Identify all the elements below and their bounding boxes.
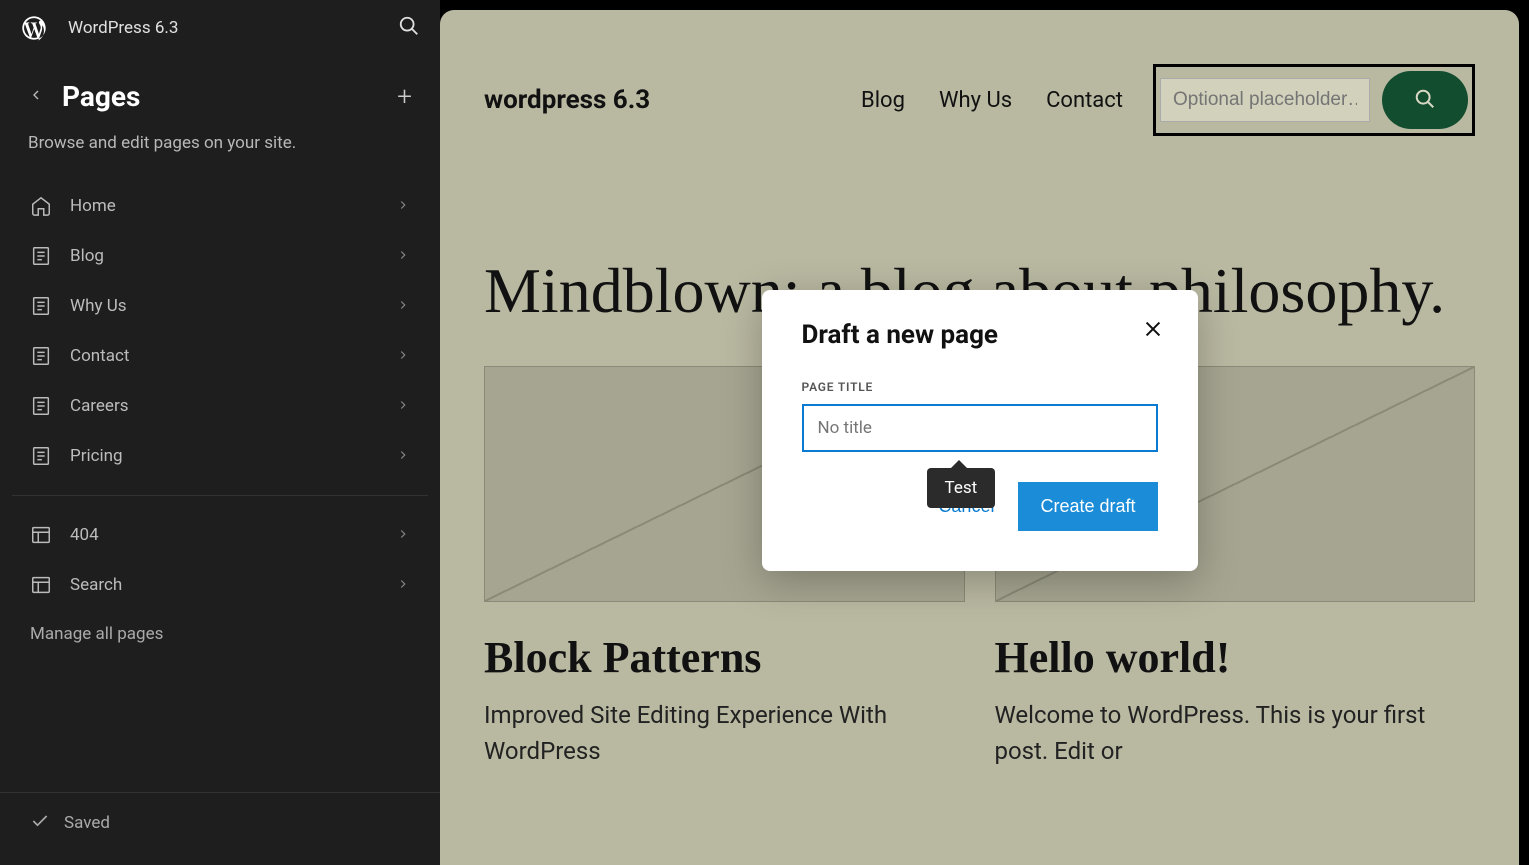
home-icon	[30, 195, 52, 217]
sidebar-item-label: Contact	[70, 346, 396, 366]
sidebar-item-contact[interactable]: Contact	[12, 331, 428, 381]
check-icon	[30, 811, 50, 835]
sidebar-item-why-us[interactable]: Why Us	[12, 281, 428, 331]
modal-overlay: Draft a new page PAGE TITLE Test Cancel …	[440, 10, 1519, 865]
sidebar-item-label: Blog	[70, 246, 396, 266]
site-preview: wordpress 6.3 Blog Why Us Contact Mindbl…	[440, 10, 1519, 865]
chevron-right-icon	[396, 247, 410, 266]
preview-wrapper: wordpress 6.3 Blog Why Us Contact Mindbl…	[440, 0, 1529, 865]
create-draft-button[interactable]: Create draft	[1018, 482, 1157, 531]
add-page-button[interactable]: +	[397, 82, 412, 112]
page-icon	[30, 295, 52, 317]
sidebar-footer: Saved	[0, 792, 440, 865]
tooltip: Test	[927, 468, 996, 508]
page-icon	[30, 395, 52, 417]
sidebar-item-blog[interactable]: Blog	[12, 231, 428, 281]
app-title: WordPress 6.3	[68, 18, 178, 38]
chevron-right-icon	[396, 197, 410, 216]
page-icon	[30, 345, 52, 367]
sidebar-item-404[interactable]: 404	[12, 510, 428, 560]
section-description: Browse and edit pages on your site.	[0, 127, 440, 181]
manage-all-pages-link[interactable]: Manage all pages	[0, 610, 440, 658]
section-title: Pages	[62, 80, 140, 113]
sidebar-section-header: Pages +	[0, 56, 440, 127]
chevron-right-icon	[396, 447, 410, 466]
page-list: Home Blog Why Us Contact Careers	[0, 181, 440, 610]
draft-page-modal: Draft a new page PAGE TITLE Test Cancel …	[762, 290, 1198, 571]
sidebar-item-label: 404	[70, 525, 396, 545]
page-icon	[30, 245, 52, 267]
close-icon[interactable]	[1142, 318, 1164, 344]
sidebar-item-home[interactable]: Home	[12, 181, 428, 231]
sidebar-item-label: Search	[70, 575, 396, 595]
layout-icon	[30, 574, 52, 596]
chevron-right-icon	[396, 347, 410, 366]
back-icon[interactable]	[28, 87, 44, 107]
page-title-label: PAGE TITLE	[802, 380, 1158, 394]
chevron-right-icon	[396, 397, 410, 416]
modal-title: Draft a new page	[802, 320, 1158, 350]
wordpress-logo-icon[interactable]	[20, 14, 48, 42]
saved-status: Saved	[64, 813, 110, 833]
sidebar-item-label: Pricing	[70, 446, 396, 466]
search-icon[interactable]	[398, 15, 420, 41]
sidebar-item-search[interactable]: Search	[12, 560, 428, 610]
modal-actions: Test Cancel Create draft	[802, 482, 1158, 531]
page-title-input[interactable]	[802, 404, 1158, 452]
chevron-right-icon	[396, 526, 410, 545]
sidebar-header: WordPress 6.3	[0, 0, 440, 56]
sidebar-item-label: Why Us	[70, 296, 396, 316]
sidebar-item-pricing[interactable]: Pricing	[12, 431, 428, 481]
divider	[12, 495, 428, 496]
sidebar: WordPress 6.3 Pages + Browse and edit pa…	[0, 0, 440, 865]
sidebar-item-label: Careers	[70, 396, 396, 416]
chevron-right-icon	[396, 297, 410, 316]
chevron-right-icon	[396, 576, 410, 595]
page-icon	[30, 445, 52, 467]
layout-icon	[30, 524, 52, 546]
sidebar-item-careers[interactable]: Careers	[12, 381, 428, 431]
sidebar-item-label: Home	[70, 196, 396, 216]
